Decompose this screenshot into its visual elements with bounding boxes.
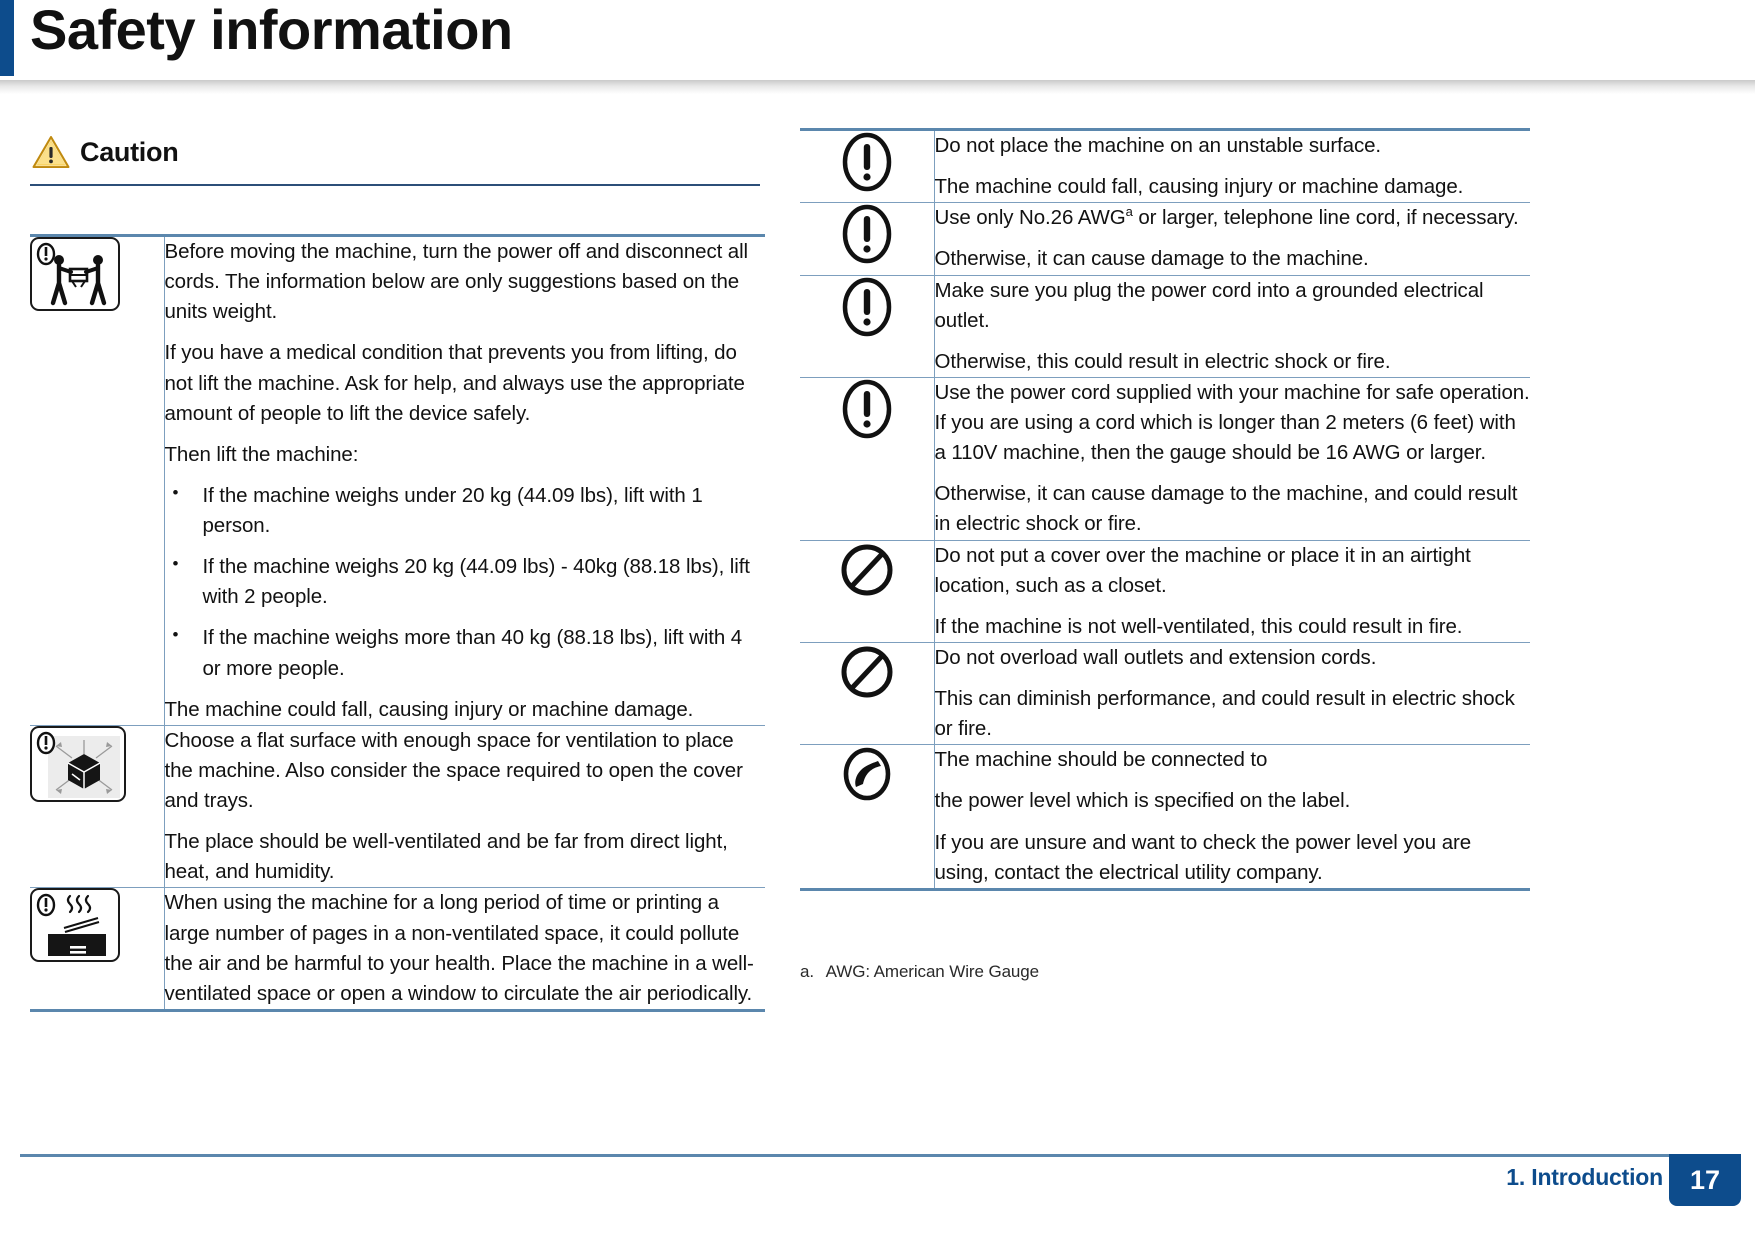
prohibition-icon: [841, 646, 893, 698]
caution-divider: [30, 184, 760, 186]
paragraph: If you have a medical condition that pre…: [164, 341, 745, 425]
footer-chapter-label: 1. Introduction: [1506, 1164, 1663, 1190]
row-icon-cell: [800, 744, 935, 891]
row-icon-cell: [800, 202, 935, 275]
paragraph: Make sure you plug the power cord into a…: [934, 278, 1484, 332]
row-text-cell: Choose a flat surface with enough space …: [164, 724, 765, 888]
footnote-superscript: a: [1125, 204, 1133, 220]
table-row: The machine should be connected to the p…: [800, 744, 1530, 891]
exclamation-oval-icon: [842, 277, 891, 336]
row-text-cell: The machine should be connected to the p…: [934, 744, 1530, 891]
box-clearance-icon: [30, 725, 126, 802]
row-text-cell: Do not put a cover over the machine or p…: [934, 539, 1530, 643]
header-shadow-rule: [0, 80, 1755, 94]
row-text-cell: Do not place the machine on an unstable …: [934, 127, 1530, 203]
bullet-list: If the machine weighs under 20 kg (44.09…: [165, 481, 766, 684]
table-row: Before moving the machine, turn the powe…: [30, 234, 766, 726]
row-icon-cell: [30, 724, 165, 888]
row-text-cell: Do not overload wall outlets and extensi…: [934, 641, 1530, 745]
warning-triangle-icon: [32, 135, 70, 169]
left-safety-table: Before moving the machine, turn the powe…: [30, 234, 765, 1012]
paragraph: Do not overload wall outlets and extensi…: [934, 645, 1377, 669]
caution-label: Caution: [80, 136, 179, 167]
row-text-cell: Before moving the machine, turn the powe…: [164, 234, 766, 726]
paragraph: If you are unsure and want to check the …: [934, 830, 1472, 884]
list-item: If the machine weighs more than 40 kg (8…: [165, 623, 766, 683]
right-safety-table: Do not place the machine on an unstable …: [800, 127, 1531, 891]
paragraph: When using the machine for a long period…: [164, 891, 754, 1005]
row-icon-cell: [800, 274, 935, 378]
row-text-cell: Use only No.26 AWGa or larger, telephone…: [934, 202, 1531, 275]
paragraph: Do not place the machine on an unstable …: [934, 134, 1382, 157]
table-row: Use only No.26 AWGa or larger, telephone…: [800, 202, 1531, 275]
exclamation-oval-icon: [842, 132, 891, 192]
table-row: Do not put a cover over the machine or p…: [800, 539, 1530, 643]
paragraph: If the machine is not well-ventilated, t…: [934, 614, 1463, 638]
row-icon-cell: [800, 641, 935, 745]
table-row: Do not overload wall outlets and extensi…: [800, 641, 1530, 745]
paragraph: Then lift the machine:: [164, 442, 359, 466]
right-column: Do not place the machine on an unstable …: [800, 127, 1531, 891]
row-icon-cell: [800, 127, 935, 203]
footnote-text: AWG: American Wire Gauge: [825, 962, 1039, 981]
paragraph-with-footnote-ref: Use only No.26 AWGa or larger, telephone…: [935, 203, 1531, 233]
exclamation-oval-icon: [842, 379, 891, 439]
row-text-cell: When using the machine for a long period…: [164, 887, 765, 1012]
paragraph: The machine could fall, causing injury o…: [164, 697, 694, 721]
row-icon-cell: [800, 539, 935, 643]
paragraph: Otherwise, this could result in electric…: [934, 349, 1391, 373]
no-telephone-handset-icon: [843, 747, 891, 801]
paragraph: the power level which is specified on th…: [934, 789, 1351, 813]
paragraph: Use the power cord supplied with your ma…: [934, 380, 1530, 465]
row-icon-cell: [800, 376, 935, 540]
header-accent-bar: [0, 0, 14, 76]
paragraph-text: Use only No.26 AWGa or larger, telephone…: [934, 204, 1519, 230]
footer-divider: [20, 1154, 1675, 1157]
caution-heading: Caution: [30, 128, 765, 176]
paragraph: The machine could fall, causing injury o…: [934, 175, 1464, 199]
prohibition-icon: [841, 544, 893, 595]
paragraph: Do not put a cover over the machine or p…: [934, 543, 1471, 597]
list-item: If the machine weighs under 20 kg (44.09…: [165, 481, 766, 541]
table-row: Do not place the machine on an unstable …: [800, 127, 1530, 203]
document-page: Safety information Caution Before moving…: [0, 0, 1755, 1240]
paragraph: Otherwise, it can cause damage to the ma…: [934, 482, 1518, 536]
row-icon-cell: [30, 887, 165, 1012]
footnote: a. AWG: American Wire Gauge: [800, 962, 1039, 982]
two-person-lift-icon: [30, 237, 120, 311]
row-icon-cell: [30, 234, 165, 726]
left-column: Caution Before moving the machine, turn …: [30, 128, 765, 1012]
table-row: When using the machine for a long period…: [30, 887, 765, 1012]
paragraph: The place should be well-ventilated and …: [164, 830, 728, 884]
paragraph: Choose a flat surface with enough space …: [164, 728, 743, 812]
table-row: Choose a flat surface with enough space …: [30, 724, 765, 888]
page-title: Safety information: [30, 0, 513, 61]
paragraph: This can diminish performance, and could…: [934, 687, 1515, 741]
list-item: If the machine weighs 20 kg (44.09 lbs) …: [165, 552, 766, 612]
paragraph: The machine should be connected to: [934, 748, 1268, 772]
paragraph: Otherwise, it can cause damage to the ma…: [934, 247, 1369, 271]
table-row: Use the power cord supplied with your ma…: [800, 376, 1530, 540]
page-number-badge: 17: [1669, 1154, 1741, 1206]
paragraph: Before moving the machine, turn the powe…: [164, 240, 749, 324]
exclamation-oval-icon: [842, 205, 891, 264]
row-text-cell: Make sure you plug the power cord into a…: [934, 274, 1530, 378]
page-footer: 1. Introduction 17: [0, 1154, 1755, 1206]
table-row: Make sure you plug the power cord into a…: [800, 274, 1530, 378]
footnote-marker: a.: [800, 962, 814, 981]
ventilation-fumes-icon: [30, 888, 120, 963]
row-text-cell: Use the power cord supplied with your ma…: [934, 376, 1530, 540]
